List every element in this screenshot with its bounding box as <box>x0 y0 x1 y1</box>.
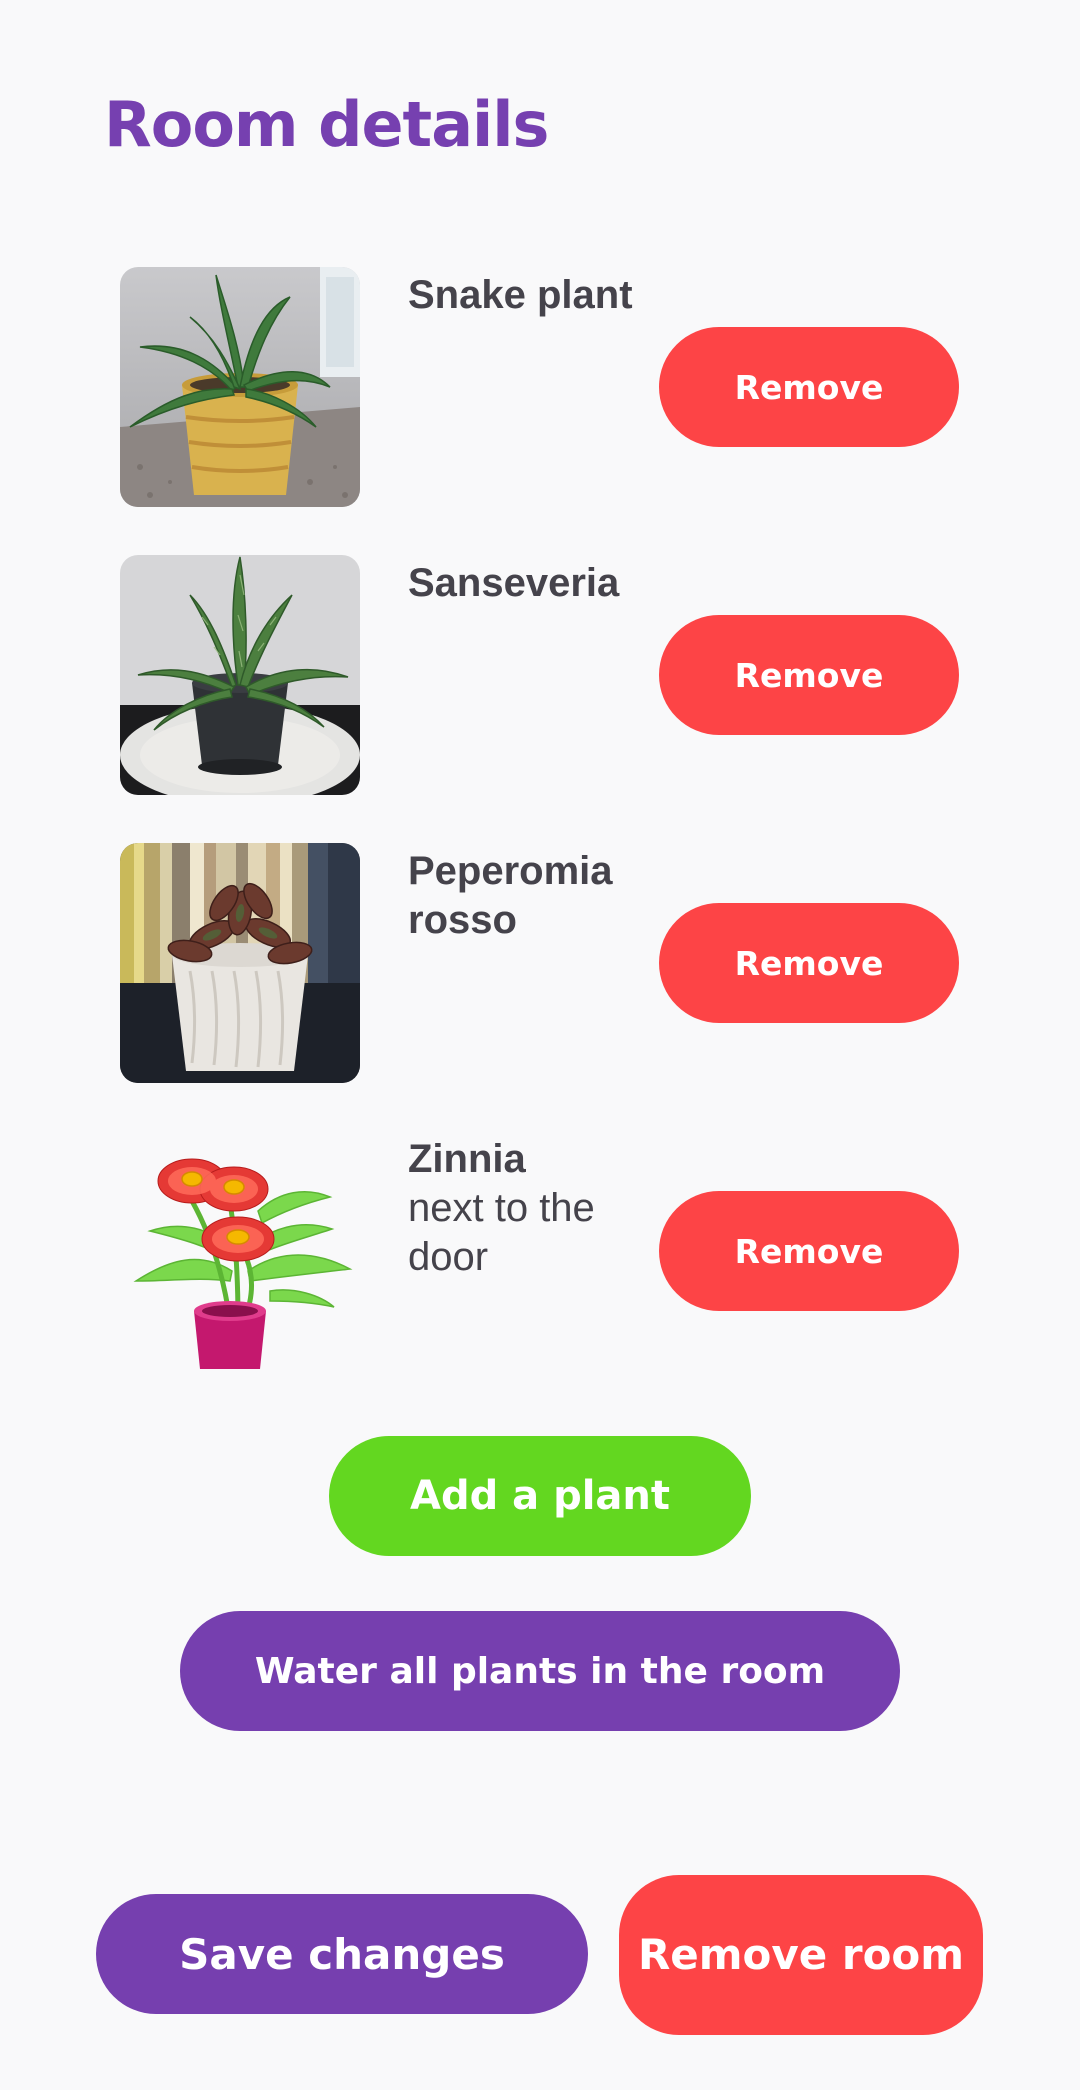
water-all-plants-button[interactable]: Water all plants in the room <box>180 1611 900 1731</box>
plant-name: Zinnia <box>408 1137 526 1181</box>
plant-row: Zinnia next to the door Remove <box>120 1131 960 1371</box>
plant-row: Snake plant Remove <box>120 267 960 507</box>
zinnia-illustration <box>120 1131 360 1371</box>
remove-room-button[interactable]: Remove room <box>619 1875 983 2035</box>
plant-info: Peperomia rosso <box>408 847 648 945</box>
plant-name: Snake plant <box>408 273 633 317</box>
snake-plant-photo <box>120 267 360 507</box>
plant-row: Peperomia rosso Remove <box>120 843 960 1083</box>
peperomia-photo <box>120 843 360 1083</box>
remove-plant-button[interactable]: Remove <box>659 903 959 1023</box>
plant-info: Zinnia next to the door <box>408 1135 648 1282</box>
plant-note: next to the door <box>408 1186 595 1279</box>
plant-info: Snake plant <box>408 271 648 320</box>
sanseveria-photo <box>120 555 360 795</box>
page-title: Room details <box>104 88 549 161</box>
plant-info: Sanseveria <box>408 559 648 608</box>
add-plant-button[interactable]: Add a plant <box>329 1436 751 1556</box>
save-changes-button[interactable]: Save changes <box>96 1894 588 2014</box>
plant-name: Peperomia rosso <box>408 849 613 942</box>
remove-plant-button[interactable]: Remove <box>659 327 959 447</box>
plant-name: Sanseveria <box>408 561 620 605</box>
remove-plant-button[interactable]: Remove <box>659 615 959 735</box>
remove-plant-button[interactable]: Remove <box>659 1191 959 1311</box>
plant-row: Sanseveria Remove <box>120 555 960 795</box>
